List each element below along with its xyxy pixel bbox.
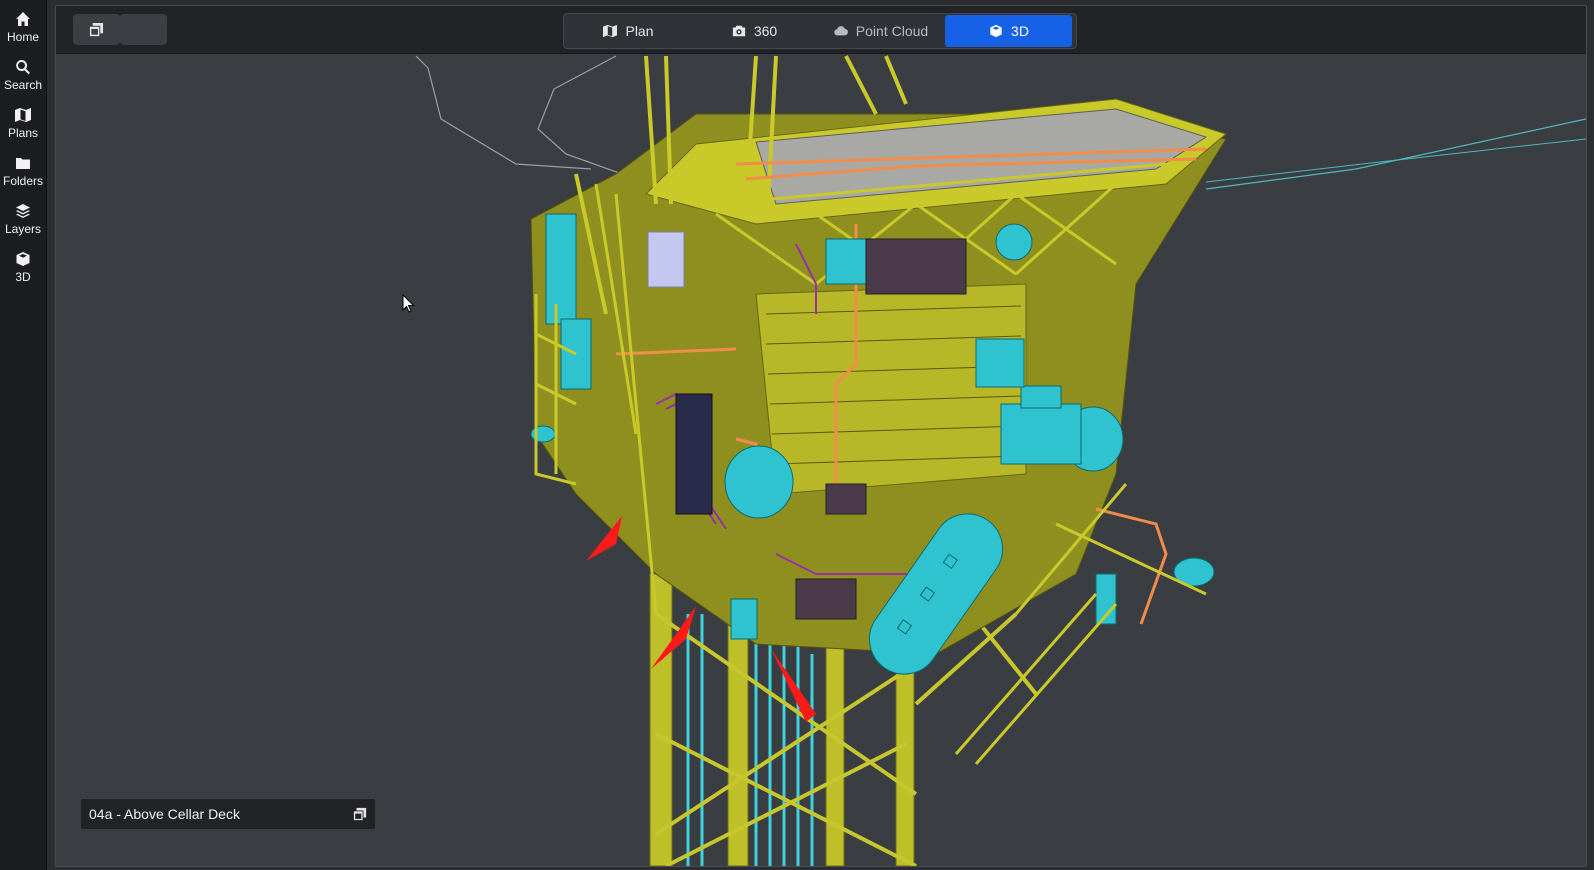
3d-viewport[interactable]: 04a - Above Cellar Deck — [56, 54, 1586, 866]
camera-icon — [732, 25, 745, 37]
tab-3d[interactable]: 3D — [945, 15, 1072, 47]
sidebar-item-search[interactable]: Search — [0, 52, 46, 98]
cloud-icon — [834, 26, 848, 36]
cube-icon — [16, 251, 30, 266]
sidebar-item-plans[interactable]: Plans — [0, 100, 46, 146]
sidebar-item-label: Search — [3, 77, 43, 92]
mouse-cursor-icon — [402, 294, 415, 313]
sidebar-item-label: Folders — [2, 173, 43, 188]
sidebar-item-label: Home — [6, 29, 39, 44]
cube-icon — [990, 24, 1002, 38]
tab-360[interactable]: 360 — [691, 15, 817, 47]
sidebar-item-label: Layers — [4, 221, 42, 236]
sidebar-item-layers[interactable]: Layers — [0, 196, 46, 242]
level-toggle-button[interactable] — [345, 807, 375, 821]
folder-icon — [16, 157, 30, 169]
sidebar-item-label: 3D — [15, 269, 31, 284]
level-selector[interactable]: 04a - Above Cellar Deck — [81, 799, 375, 829]
home-icon — [16, 11, 30, 26]
tab-label: 360 — [753, 23, 778, 39]
map-icon — [15, 107, 31, 122]
layers-icon — [16, 203, 30, 218]
empty-toolbar-button[interactable] — [120, 14, 167, 45]
offshore-platform-model[interactable] — [56, 54, 1586, 866]
left-sidebar: Home Search Plans Folders Layers 3D — [0, 0, 47, 870]
tab-label: 3D — [1011, 23, 1029, 39]
level-label: 04a - Above Cellar Deck — [89, 806, 240, 822]
tab-point-cloud[interactable]: Point Cloud — [817, 15, 944, 47]
sidebar-item-label: Plans — [7, 125, 39, 140]
sidebar-item-home[interactable]: Home — [0, 4, 46, 50]
top-toolbar: Plan 360 Point Cloud 3D — [56, 6, 1586, 54]
search-icon — [16, 59, 30, 74]
tab-label: Plan — [625, 23, 654, 39]
window-restore-icon — [353, 807, 367, 821]
sidebar-item-3d[interactable]: 3D — [0, 244, 46, 290]
window-restore-icon — [89, 22, 104, 37]
main-panel: Plan 360 Point Cloud 3D 04a - Above Cell… — [55, 5, 1587, 867]
map-icon — [603, 24, 618, 38]
tab-label: Point Cloud — [855, 23, 929, 39]
sidebar-item-folders[interactable]: Folders — [0, 148, 46, 194]
window-toggle-button[interactable] — [73, 14, 120, 45]
tab-plan[interactable]: Plan — [565, 15, 691, 47]
view-mode-switch: Plan 360 Point Cloud 3D — [563, 13, 1077, 49]
